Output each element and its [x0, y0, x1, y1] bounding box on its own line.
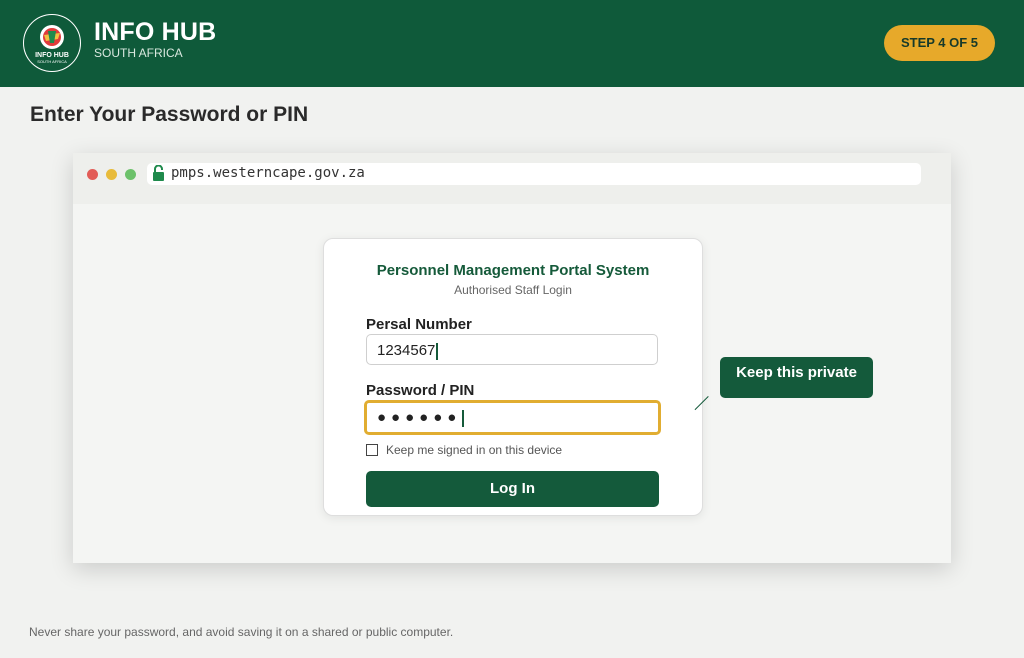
- login-card: Personnel Management Portal System Autho…: [323, 238, 703, 516]
- maximize-window-dot[interactable]: [125, 169, 136, 180]
- remember-me-label[interactable]: Keep me signed in on this device: [386, 443, 562, 457]
- brand-title: INFO HUB: [94, 18, 217, 46]
- brand-subtitle: SOUTH AFRICA: [94, 46, 183, 60]
- text-caret: [436, 342, 439, 360]
- close-window-dot[interactable]: [87, 169, 98, 180]
- login-button[interactable]: Log In: [366, 471, 659, 507]
- url-text: pmps.westerncape.gov.za: [171, 165, 365, 181]
- persal-number-value: 1234567: [377, 342, 436, 359]
- svg-text:INFO HUB: INFO HUB: [35, 52, 69, 59]
- logo-emblem-icon: INFO HUB SOUTH AFRICA: [21, 12, 83, 74]
- privacy-tooltip: Keep this private: [720, 357, 873, 398]
- password-input[interactable]: ●●●●●●: [364, 400, 661, 435]
- browser-toolbar: pmps.westerncape.gov.za: [73, 153, 951, 204]
- minimize-window-dot[interactable]: [106, 169, 117, 180]
- portal-subtitle: Authorised Staff Login: [454, 283, 572, 297]
- password-mask: ●●●●●●: [377, 409, 462, 426]
- step-badge: STEP 4 OF 5: [884, 25, 995, 61]
- svg-text:SOUTH AFRICA: SOUTH AFRICA: [37, 59, 67, 64]
- footer-safety-note: Never share your password, and avoid sav…: [29, 625, 454, 639]
- password-label: Password / PIN: [366, 382, 475, 399]
- top-header: INFO HUB SOUTH AFRICA INFO HUB SOUTH AFR…: [0, 0, 1024, 87]
- info-hub-logo: INFO HUB SOUTH AFRICA: [20, 11, 84, 75]
- persal-number-label: Persal Number: [366, 316, 472, 333]
- persal-number-input[interactable]: 1234567: [366, 334, 658, 365]
- lock-icon: [153, 165, 164, 181]
- text-caret: [462, 409, 465, 427]
- remember-me-checkbox[interactable]: [366, 444, 378, 456]
- portal-title: Personnel Management Portal System: [376, 262, 650, 279]
- address-bar[interactable]: pmps.westerncape.gov.za: [147, 163, 921, 185]
- page-title: Enter Your Password or PIN: [30, 103, 309, 126]
